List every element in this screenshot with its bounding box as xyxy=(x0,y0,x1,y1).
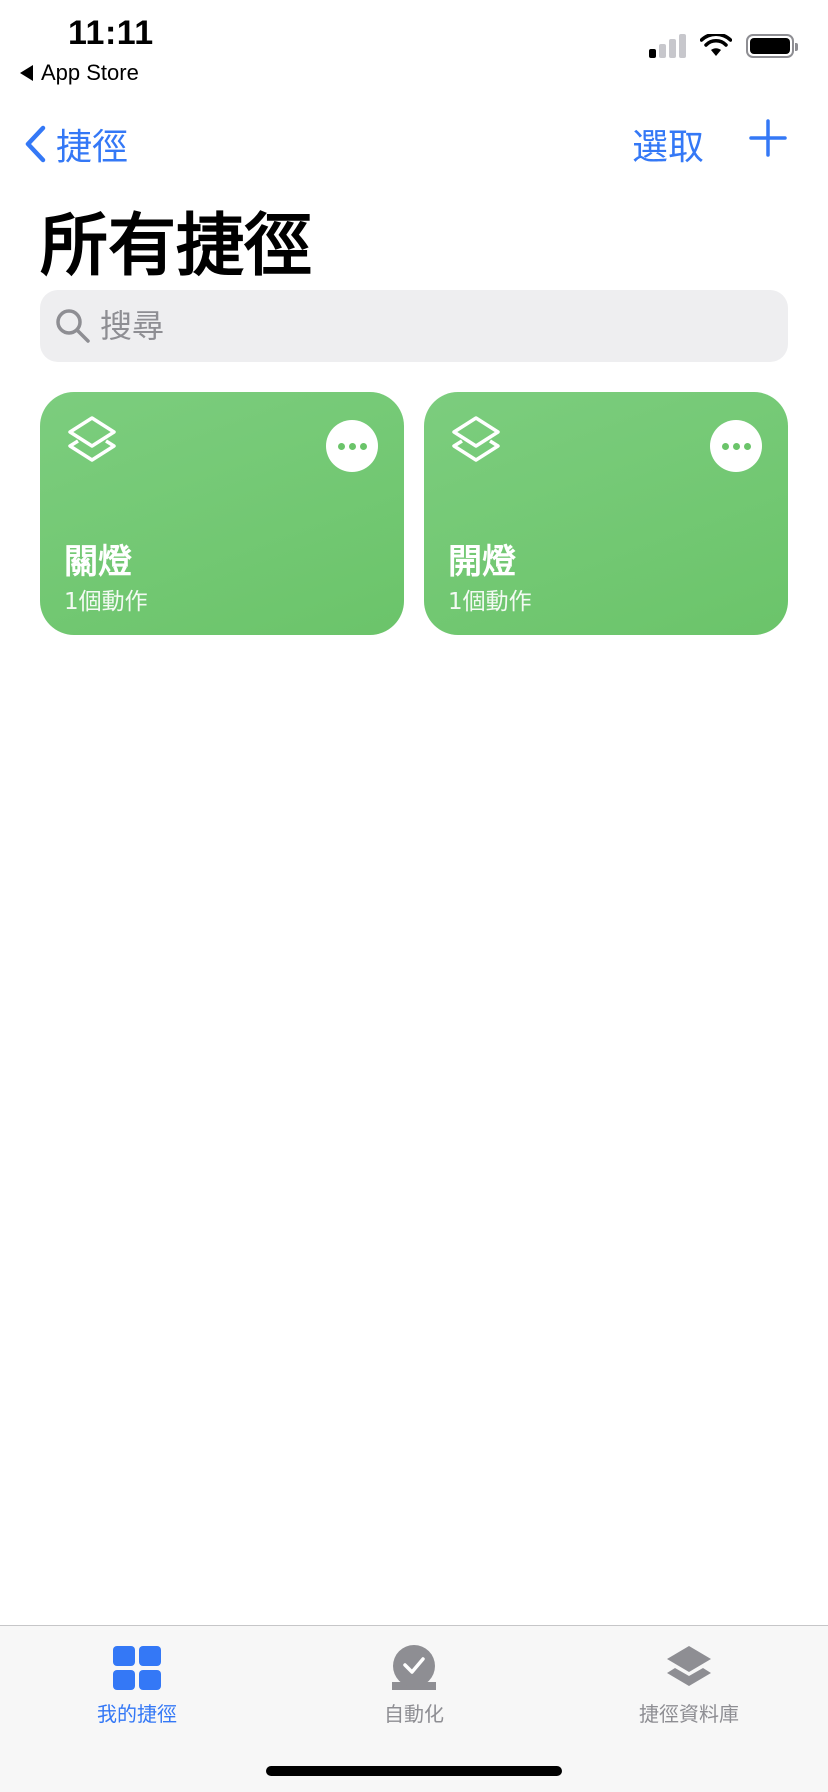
shortcut-action-count: 1個動作 xyxy=(448,589,532,615)
page-title: 所有捷徑 xyxy=(40,207,313,286)
search-input[interactable] xyxy=(100,307,700,345)
shortcuts-screen: 11:11 App Store 捷徑 選取 所有捷徑 搜尋 關燈 1個動作 開燈… xyxy=(0,0,828,1792)
tab-label: 捷徑資料庫 xyxy=(639,1702,739,1726)
more-options-button[interactable] xyxy=(326,420,378,472)
search-bar[interactable] xyxy=(40,290,788,362)
cellular-signal-icon xyxy=(649,34,686,58)
tab-automation[interactable]: 自動化 xyxy=(314,1644,514,1727)
tab-label: 我的捷徑 xyxy=(97,1702,177,1726)
shortcut-name: 關燈 xyxy=(64,542,132,582)
shortcut-card[interactable]: 關燈 1個動作 xyxy=(40,392,404,635)
tab-my-shortcuts[interactable]: 我的捷徑 xyxy=(37,1644,237,1727)
grid-icon xyxy=(113,1646,161,1690)
select-button[interactable]: 選取 xyxy=(632,118,704,170)
return-to-app-button[interactable]: App Store xyxy=(20,60,139,86)
wifi-icon xyxy=(700,34,732,56)
back-triangle-icon xyxy=(20,65,33,81)
layers-icon xyxy=(667,1646,711,1686)
more-options-button[interactable] xyxy=(710,420,762,472)
tab-label: 自動化 xyxy=(384,1702,444,1726)
layers-icon xyxy=(452,416,500,462)
back-label: 捷徑 xyxy=(56,127,129,168)
home-indicator[interactable] xyxy=(266,1766,562,1776)
chevron-left-icon xyxy=(25,125,46,163)
layers-icon xyxy=(68,416,116,462)
status-indicators xyxy=(649,34,798,58)
shortcut-action-count: 1個動作 xyxy=(64,589,148,615)
status-time: 11:11 xyxy=(68,14,154,52)
battery-icon xyxy=(746,34,798,58)
back-button[interactable]: 捷徑 xyxy=(24,118,128,170)
search-icon xyxy=(56,309,90,343)
shortcut-name: 開燈 xyxy=(448,542,516,582)
clock-check-icon xyxy=(392,1645,436,1690)
return-app-label: App Store xyxy=(41,60,139,85)
shortcut-card[interactable]: 開燈 1個動作 xyxy=(424,392,788,635)
plus-icon[interactable] xyxy=(748,118,788,158)
tab-gallery[interactable]: 捷徑資料庫 xyxy=(589,1644,789,1727)
